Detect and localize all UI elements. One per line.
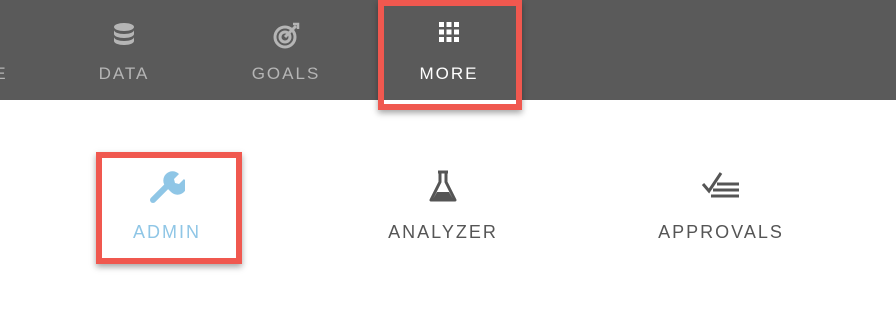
menu-item-approvals[interactable]: APPROVALS [640,150,802,260]
database-icon [112,22,136,53]
menu-item-analyzer[interactable]: ANALYZER [368,150,518,260]
checklist-icon [701,170,741,205]
nav-item-label: DATA [98,64,150,83]
menu-item-label: APPROVALS [658,222,784,242]
menu-item-admin[interactable]: ADMIN [100,150,234,260]
nav-item-data[interactable]: DATA [84,0,164,100]
grid-icon [439,22,459,47]
nav-item-label: RE [0,64,8,84]
menu-item-label: ADMIN [133,222,201,242]
nav-item-goals[interactable]: GOALS [243,0,329,100]
nav-item-label: MORE [419,64,479,83]
top-nav-bar: RE DATA GOALS [0,0,896,100]
nav-item-label: GOALS [251,64,321,83]
flask-icon [428,170,458,209]
nav-item-more[interactable]: MORE [390,0,508,100]
wrench-icon [149,170,187,209]
target-icon [272,22,300,55]
nav-item-truncated[interactable]: RE [0,0,40,100]
menu-item-label: ANALYZER [388,222,498,242]
